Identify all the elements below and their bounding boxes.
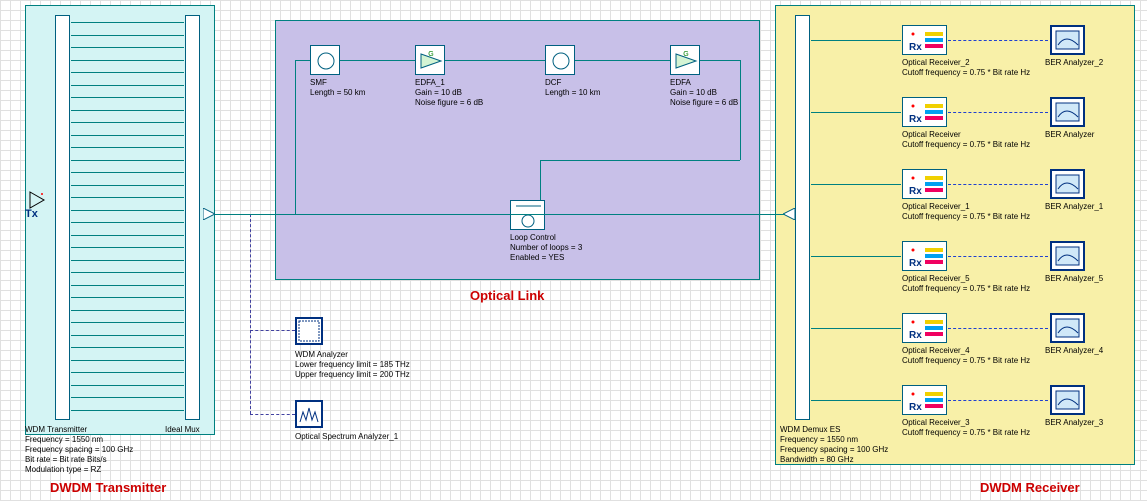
loop-label-1: Number of loops = 3	[510, 243, 582, 253]
rx-label: Optical Receiver_4	[902, 346, 970, 356]
mux-label: Ideal Mux	[165, 425, 200, 435]
optical-receiver-component[interactable]: Rx	[902, 241, 947, 271]
ber-label: BER Analyzer_2	[1045, 58, 1103, 68]
ber-label: BER Analyzer	[1045, 130, 1094, 140]
wdm-tx-label-0: WDM Transmitter	[25, 425, 87, 435]
optical-receiver-component[interactable]: Rx	[902, 313, 947, 343]
loop-label-0: Loop Control	[510, 233, 556, 243]
svg-text:Rx: Rx	[909, 186, 922, 197]
ber-label: BER Analyzer_4	[1045, 346, 1103, 356]
transmitter-title: DWDM Transmitter	[50, 480, 166, 495]
receiver-title: DWDM Receiver	[980, 480, 1080, 495]
optical-receiver-component[interactable]: Rx	[902, 169, 947, 199]
svg-text:Rx: Rx	[909, 114, 922, 125]
optical-receiver-component[interactable]: Rx	[902, 385, 947, 415]
svg-text:Rx: Rx	[909, 42, 922, 53]
rx-label: Optical Receiver	[902, 130, 961, 140]
ber-label: BER Analyzer_1	[1045, 202, 1103, 212]
ber-analyzer-component[interactable]	[1050, 25, 1085, 55]
wdm-demux-component[interactable]	[795, 15, 810, 420]
wdm-tx-label-1: Frequency = 1550 nm	[25, 435, 103, 445]
rx-label: Optical Receiver_2	[902, 58, 970, 68]
rx-label: Optical Receiver_5	[902, 274, 970, 284]
ber-analyzer-component[interactable]	[1050, 169, 1085, 199]
edfa2-label-1: Gain = 10 dB	[670, 88, 717, 98]
svg-text:Rx: Rx	[909, 402, 922, 413]
wdm-analyzer-label-0: WDM Analyzer	[295, 350, 348, 360]
ber-analyzer-component[interactable]	[1050, 241, 1085, 271]
dcf-component[interactable]	[545, 45, 575, 75]
rx-label: Optical Receiver_1	[902, 202, 970, 212]
mux-icon	[203, 208, 215, 220]
wdm-tx-label-2: Frequency spacing = 100 GHz	[25, 445, 133, 455]
rx-cutoff-label: Cutoff frequency = 0.75 * Bit rate Hz	[902, 212, 1030, 222]
ber-label: BER Analyzer_5	[1045, 274, 1103, 284]
ber-label: BER Analyzer_3	[1045, 418, 1103, 428]
ber-analyzer-component[interactable]	[1050, 313, 1085, 343]
wdm-analyzer-label-2: Upper frequency limit = 200 THz	[295, 370, 410, 380]
edfa2-component[interactable]: G	[670, 45, 700, 75]
loop-control-component[interactable]	[510, 200, 545, 230]
osa-label: Optical Spectrum Analyzer_1	[295, 432, 398, 442]
edfa1-component[interactable]: G	[415, 45, 445, 75]
optical-receiver-component[interactable]: Rx	[902, 25, 947, 55]
dcf-label-1: Length = 10 km	[545, 88, 600, 98]
edfa2-label-2: Noise figure = 6 dB	[670, 98, 738, 108]
tx-symbol: Tx	[25, 208, 38, 220]
rx-cutoff-label: Cutoff frequency = 0.75 * Bit rate Hz	[902, 68, 1030, 78]
rx-label: Optical Receiver_3	[902, 418, 970, 428]
demux-label-0: WDM Demux ES	[780, 425, 840, 435]
osa-component[interactable]	[295, 400, 323, 428]
rx-cutoff-label: Cutoff frequency = 0.75 * Bit rate Hz	[902, 356, 1030, 366]
edfa1-label-1: Gain = 10 dB	[415, 88, 462, 98]
optical-receiver-component[interactable]: Rx	[902, 97, 947, 127]
ideal-mux-component[interactable]	[185, 15, 200, 420]
rx-cutoff-label: Cutoff frequency = 0.75 * Bit rate Hz	[902, 284, 1030, 294]
wdm-tx-label-3: Bit rate = Bit rate Bits/s	[25, 455, 107, 465]
demux-label-3: Bandwidth = 80 GHz	[780, 455, 854, 465]
edfa1-label-0: EDFA_1	[415, 78, 445, 88]
wdm-analyzer-component[interactable]	[295, 317, 323, 345]
wdm-tx-label-4: Modulation type = RZ	[25, 465, 101, 475]
edfa1-label-2: Noise figure = 6 dB	[415, 98, 483, 108]
smf-label-1: Length = 50 km	[310, 88, 365, 98]
optical-link-title: Optical Link	[470, 288, 544, 303]
ber-analyzer-component[interactable]	[1050, 97, 1085, 127]
tx-icon	[28, 190, 46, 210]
svg-text:Rx: Rx	[909, 258, 922, 269]
smf-component[interactable]	[310, 45, 340, 75]
rx-cutoff-label: Cutoff frequency = 0.75 * Bit rate Hz	[902, 140, 1030, 150]
ber-analyzer-component[interactable]	[1050, 385, 1085, 415]
wdm-transmitter-component[interactable]	[55, 15, 70, 420]
svg-text:Rx: Rx	[909, 330, 922, 341]
svg-text:G: G	[428, 51, 433, 58]
demux-label-2: Frequency spacing = 100 GHz	[780, 445, 888, 455]
edfa2-label-0: EDFA	[670, 78, 691, 88]
loop-label-2: Enabled = YES	[510, 253, 564, 263]
wdm-analyzer-label-1: Lower frequency limit = 185 THz	[295, 360, 410, 370]
dcf-label-0: DCF	[545, 78, 561, 88]
demux-label-1: Frequency = 1550 nm	[780, 435, 858, 445]
svg-text:G: G	[683, 51, 688, 58]
smf-label-0: SMF	[310, 78, 327, 88]
rx-cutoff-label: Cutoff frequency = 0.75 * Bit rate Hz	[902, 428, 1030, 438]
